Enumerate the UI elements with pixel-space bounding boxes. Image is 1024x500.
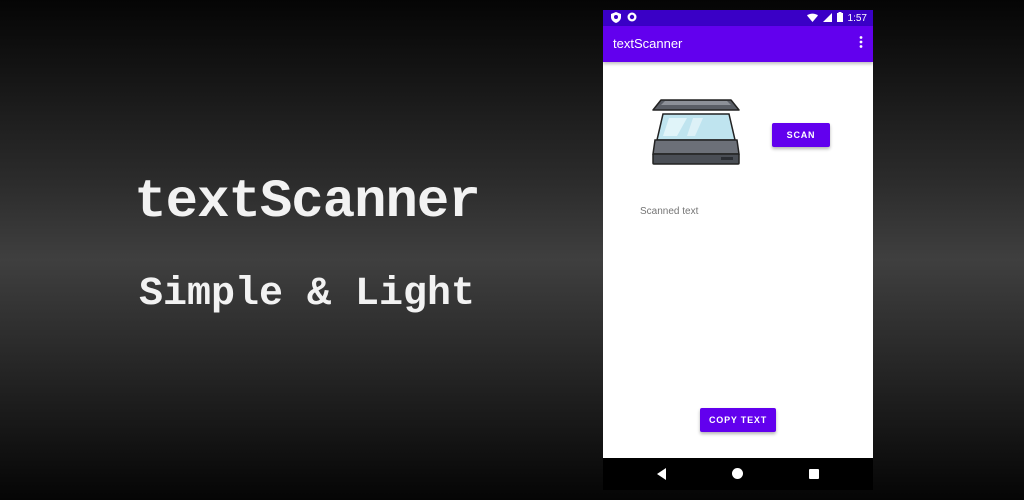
app-title: textScanner xyxy=(613,36,683,51)
scan-button[interactable]: SCAN xyxy=(772,123,830,147)
circle-icon xyxy=(627,12,637,26)
promo-subtitle: Simple & Light xyxy=(138,272,476,317)
nav-bar xyxy=(603,458,873,490)
home-icon[interactable] xyxy=(732,468,743,479)
copy-text-button[interactable]: COPY TEXT xyxy=(700,408,776,432)
phone-screen: 1:57 textScanner SCAN Scanned text COPY … xyxy=(603,10,873,490)
status-time: 1:57 xyxy=(847,13,867,24)
back-icon[interactable] xyxy=(657,468,666,480)
scanner-image xyxy=(647,96,743,175)
wifi-icon xyxy=(806,13,818,25)
app-bar: textScanner xyxy=(603,26,873,62)
promo-title: textScanner xyxy=(134,172,480,233)
scanned-text: Scanned text xyxy=(640,206,699,217)
signal-icon xyxy=(822,12,832,25)
status-bar: 1:57 xyxy=(603,10,873,26)
recents-icon[interactable] xyxy=(809,469,819,479)
more-vert-icon[interactable] xyxy=(859,36,863,50)
battery-icon xyxy=(836,12,843,25)
shield-icon xyxy=(611,12,621,26)
